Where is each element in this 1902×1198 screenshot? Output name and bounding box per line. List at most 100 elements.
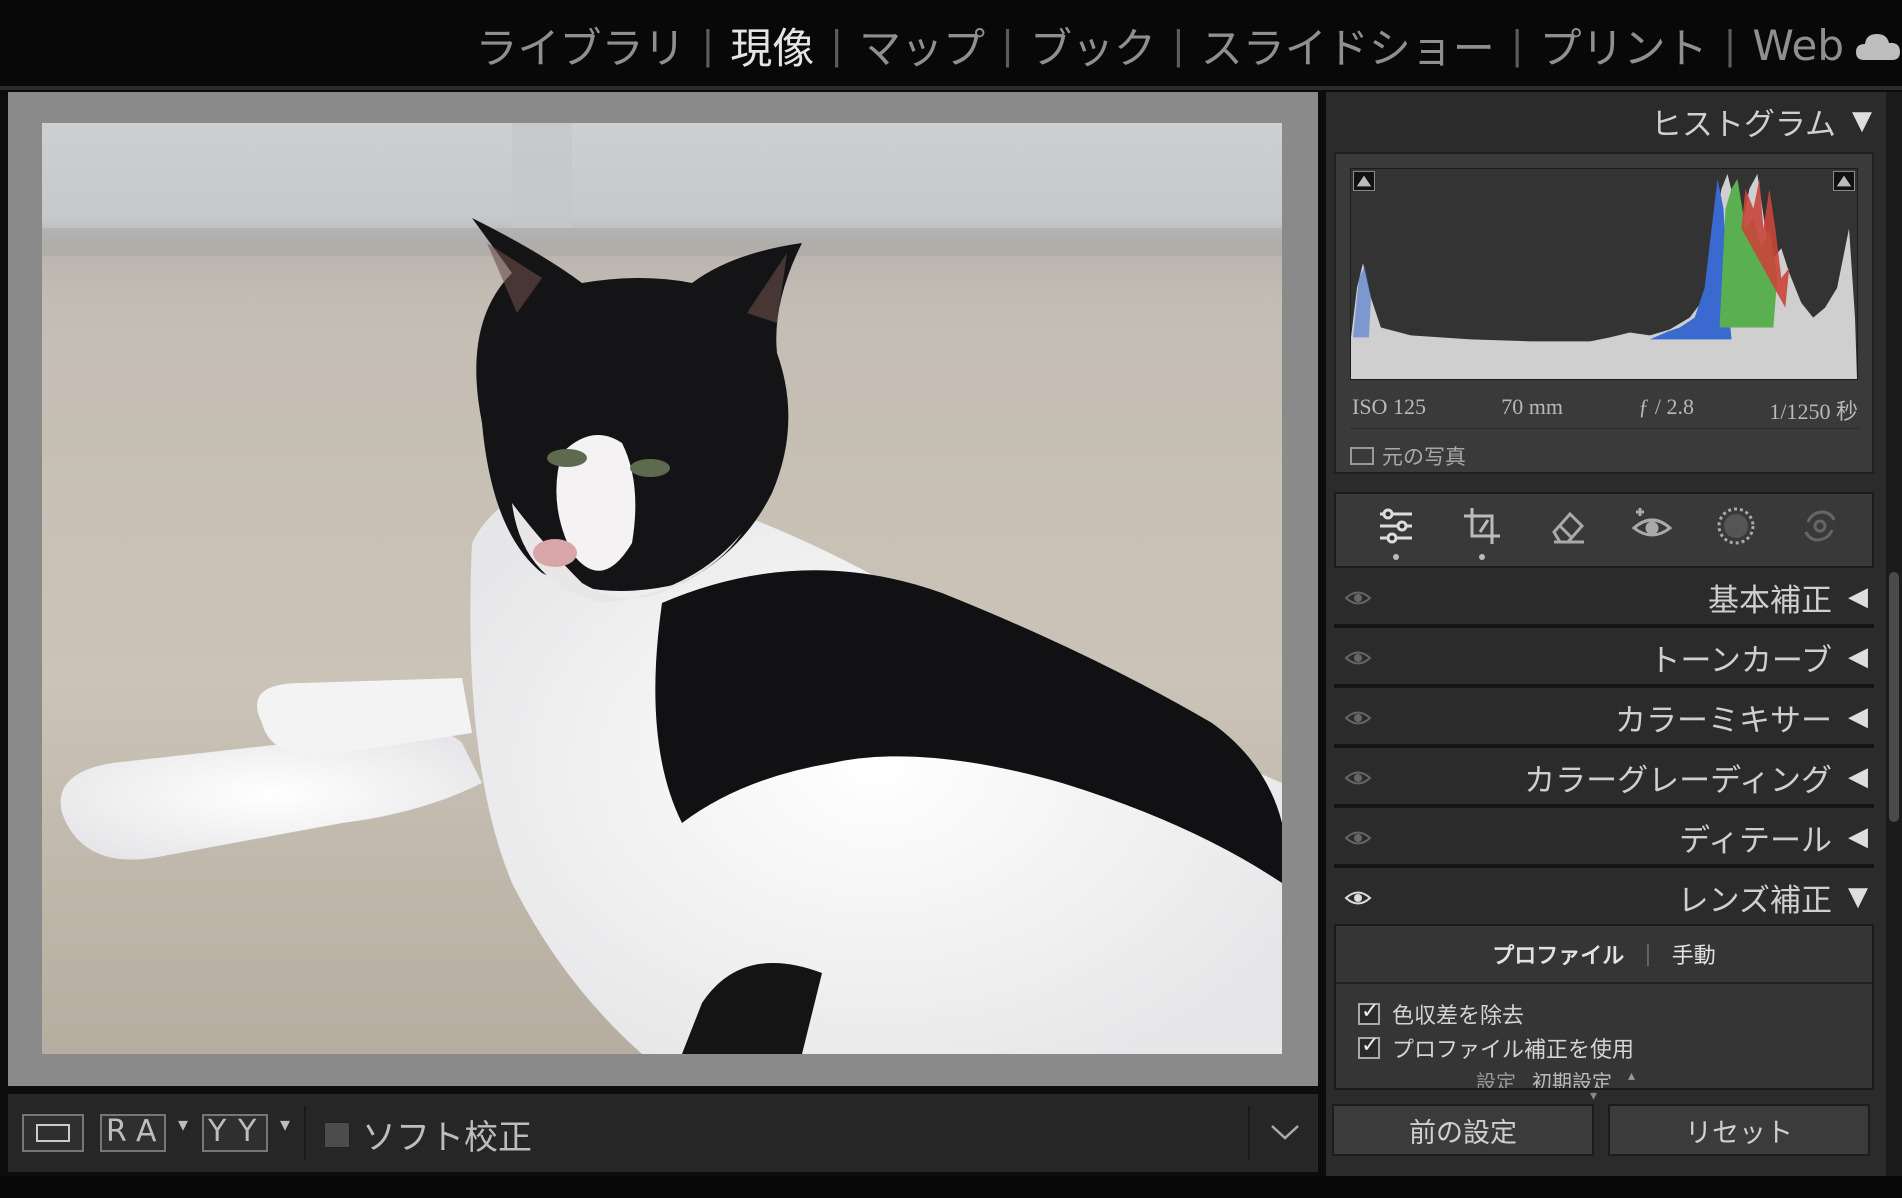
lens-tabs: プロファイル | 手動: [1336, 926, 1872, 984]
toolbar-divider: [1248, 1106, 1250, 1160]
histogram-title: ヒストグラム: [1650, 106, 1836, 143]
eye-icon[interactable]: [1344, 768, 1372, 788]
triangle-left-icon: ◀: [1848, 822, 1868, 852]
red-eye-icon[interactable]: [1630, 504, 1674, 548]
module-develop[interactable]: 現像: [730, 15, 814, 76]
chevron-down-icon[interactable]: ▾: [280, 1112, 290, 1136]
panel-scrollbar[interactable]: [1886, 92, 1902, 1176]
remove-ca-option[interactable]: 色収差を除去: [1358, 998, 1524, 1030]
section-header: トーンカーブ ◀: [1649, 630, 1868, 684]
toolbar-divider: [304, 1106, 306, 1160]
mask-icon[interactable]: [1714, 504, 1758, 548]
eye-icon[interactable]: [1344, 648, 1372, 668]
histogram-curves: [1351, 173, 1857, 379]
section-color-mixer[interactable]: カラーミキサー ◀: [1334, 690, 1874, 748]
original-photo-toggle[interactable]: 元の写真: [1350, 428, 1860, 471]
module-separator: |: [1171, 23, 1185, 67]
section-header: レンズ補正 ▼: [1678, 870, 1868, 924]
image-viewer[interactable]: [8, 92, 1318, 1086]
soft-proof-label: ソフト校正: [362, 1118, 532, 1158]
remove-ca-checkbox[interactable]: [1358, 999, 1380, 1025]
section-header: ディテール ◀: [1679, 810, 1868, 864]
histogram-header[interactable]: ヒストグラム ▼: [1651, 94, 1872, 148]
before-after-letter: R: [106, 1114, 127, 1149]
tab-profile[interactable]: プロファイル: [1492, 938, 1624, 970]
module-slideshow[interactable]: スライドショー: [1201, 15, 1495, 76]
exif-iso: ISO 125: [1352, 394, 1426, 419]
section-title: ディテール: [1679, 822, 1832, 859]
eye-icon[interactable]: [1344, 708, 1372, 728]
sync-icon[interactable]: [1798, 504, 1842, 548]
active-indicator: [1393, 554, 1399, 560]
triangle-left-icon: ◀: [1848, 702, 1868, 732]
loupe-view-icon[interactable]: [22, 1114, 84, 1152]
eye-icon[interactable]: [1344, 588, 1372, 608]
chevron-down-icon[interactable]: ▾: [178, 1112, 188, 1136]
setup-row[interactable]: 設定 初期設定 ▴: [1476, 1066, 1635, 1090]
profile-correction-label: プロファイル補正を使用: [1392, 1038, 1635, 1063]
profile-correction-option[interactable]: プロファイル補正を使用: [1358, 1032, 1634, 1064]
eye-icon[interactable]: [1344, 828, 1372, 848]
toolbar-menu-button[interactable]: [1268, 1116, 1302, 1146]
edit-sliders-icon[interactable]: [1374, 504, 1418, 548]
histogram-graph[interactable]: [1350, 168, 1858, 380]
before-after-letter: Y: [208, 1114, 227, 1149]
original-photo-label: 元の写真: [1382, 445, 1466, 469]
section-title: カラーグレーディング: [1524, 762, 1832, 799]
previous-settings-button[interactable]: 前の設定: [1332, 1104, 1594, 1156]
crop-icon[interactable]: [1460, 504, 1504, 548]
exif-shutter: 1/1250 秒: [1769, 399, 1858, 424]
before-after-letter: Y: [238, 1114, 257, 1149]
scrollbar-thumb[interactable]: [1889, 572, 1899, 822]
histogram-blue-channel: [1649, 178, 1732, 340]
setup-label: 設定: [1476, 1070, 1516, 1090]
section-color-grading[interactable]: カラーグレーディング ◀: [1334, 750, 1874, 808]
status-strip: [0, 1176, 1902, 1198]
section-title: トーンカーブ: [1649, 642, 1832, 679]
triangle-left-icon: ◀: [1848, 582, 1868, 612]
section-header: カラーグレーディング ◀: [1524, 750, 1868, 804]
triangle-left-icon: ◀: [1848, 762, 1868, 792]
profile-correction-checkbox[interactable]: [1358, 1033, 1380, 1059]
shadow-clipping-indicator[interactable]: [1353, 171, 1375, 191]
develop-right-panel: ヒストグラム ▼ ISO 125 70 mm ƒ / 2.8 1/1250 秒: [1326, 92, 1886, 1176]
section-detail[interactable]: ディテール ◀: [1334, 810, 1874, 868]
module-library[interactable]: ライブラリ: [475, 15, 685, 76]
triangle-down-icon: ▼: [1852, 106, 1872, 136]
scroll-down-icon[interactable]: ▾: [1590, 1088, 1597, 1104]
before-after-split-button[interactable]: Y Y: [202, 1114, 268, 1152]
before-after-letter: A: [136, 1114, 157, 1149]
exif-info: ISO 125 70 mm ƒ / 2.8 1/1250 秒: [1352, 394, 1858, 426]
section-basic[interactable]: 基本補正 ◀: [1334, 570, 1874, 628]
photo-preview[interactable]: [42, 123, 1282, 1054]
before-after-button[interactable]: R A: [100, 1114, 166, 1152]
reset-button[interactable]: リセット: [1608, 1104, 1870, 1156]
soft-proof-checkbox[interactable]: [324, 1122, 350, 1148]
module-separator: |: [1510, 23, 1524, 67]
tool-strip: [1334, 492, 1874, 568]
module-book[interactable]: ブック: [1030, 15, 1156, 76]
lens-corrections-panel: プロファイル | 手動 色収差を除去 プロファイル補正を使用 設定 初期設定 ▴: [1334, 924, 1874, 1090]
tab-manual[interactable]: 手動: [1672, 938, 1716, 970]
original-photo-checkbox[interactable]: [1350, 447, 1374, 465]
module-separator: |: [1001, 23, 1014, 67]
active-indicator: [1479, 554, 1485, 560]
remove-ca-label: 色収差を除去: [1392, 1004, 1525, 1029]
module-map[interactable]: マップ: [859, 15, 985, 76]
cloud-icon[interactable]: [1854, 26, 1902, 66]
heal-eraser-icon[interactable]: [1546, 504, 1590, 548]
module-print[interactable]: プリント: [1540, 15, 1708, 76]
toolbar: R A ▾ Y Y ▾ ソフト校正: [8, 1094, 1318, 1172]
eye-icon[interactable]: [1344, 888, 1372, 908]
cat-photo: [42, 123, 1282, 1054]
module-web[interactable]: Web: [1752, 21, 1844, 70]
section-tone-curve[interactable]: トーンカーブ ◀: [1334, 630, 1874, 688]
section-title: カラーミキサー: [1615, 702, 1832, 739]
module-list: ライブラリ | 現像 | マップ | ブック | スライドショー | プリント …: [475, 14, 1844, 76]
module-separator: |: [701, 23, 715, 67]
section-lens-corrections[interactable]: レンズ補正 ▼: [1334, 870, 1874, 924]
highlight-clipping-indicator[interactable]: [1833, 171, 1855, 191]
histogram-panel: ISO 125 70 mm ƒ / 2.8 1/1250 秒 元の写真: [1334, 152, 1874, 474]
triangle-down-icon: ▼: [1848, 882, 1868, 912]
triangle-left-icon: ◀: [1848, 642, 1868, 672]
